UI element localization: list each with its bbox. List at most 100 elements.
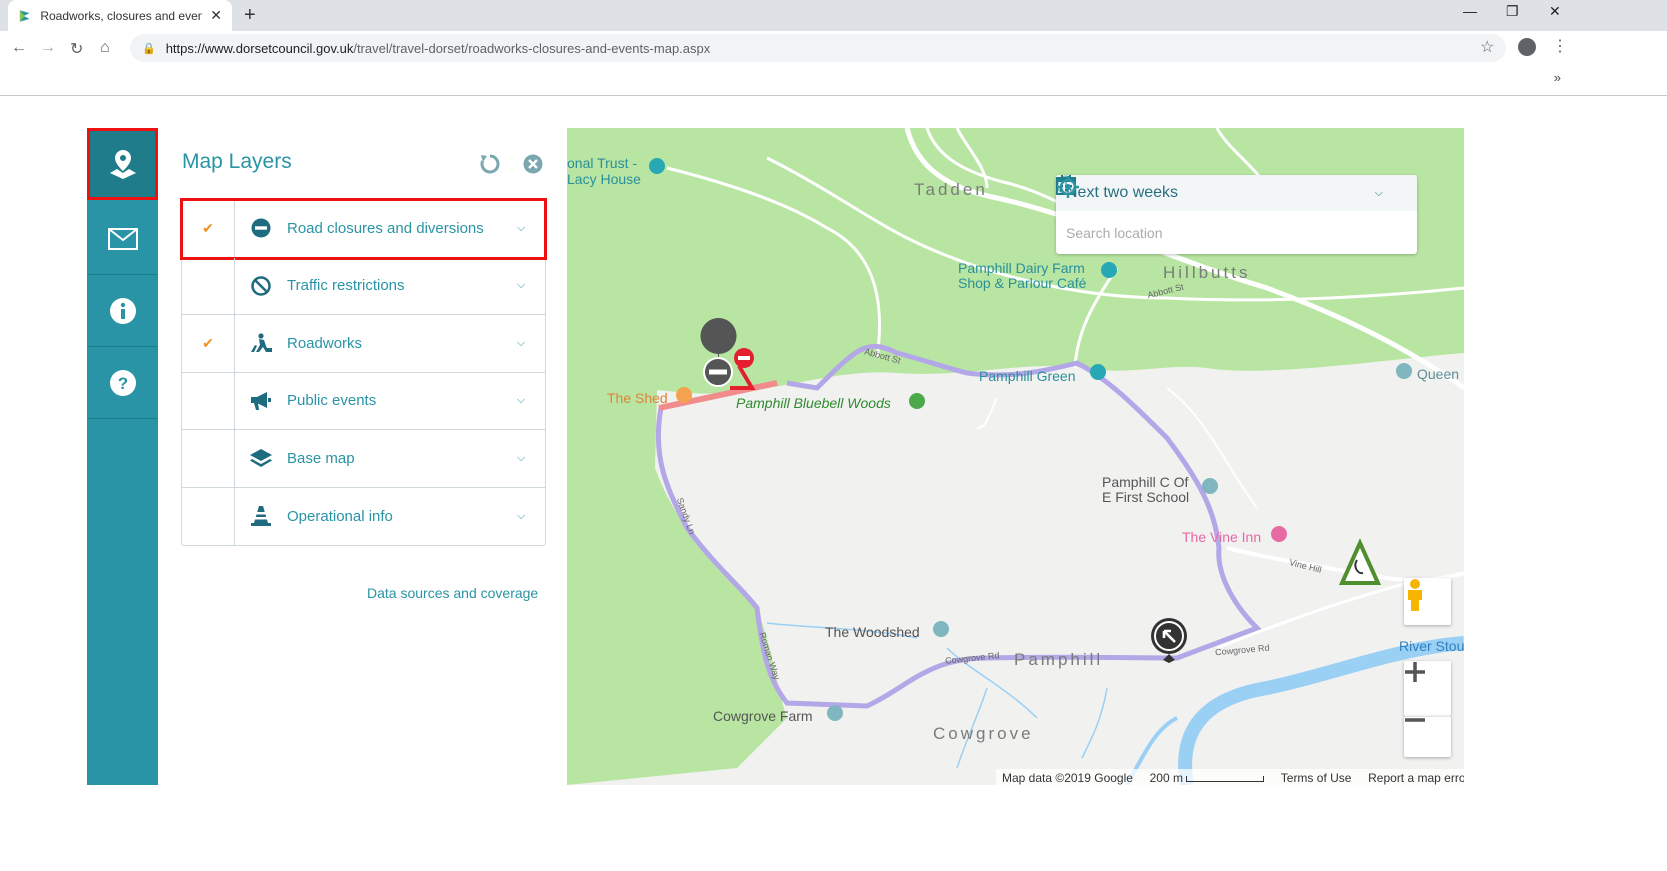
search-location-input[interactable]: Search location [1066, 225, 1407, 241]
place-label: Hillbutts [1163, 263, 1251, 282]
layer-label: Roadworks [287, 334, 363, 352]
place-label: Pamphill C Of [1102, 474, 1189, 490]
layer-public-events[interactable]: Public events ⌵ [182, 372, 545, 430]
rail-help-button[interactable]: ? [87, 347, 158, 419]
terms-link[interactable]: Terms of Use [1281, 771, 1352, 785]
reset-icon[interactable] [478, 152, 502, 176]
bookmark-star-icon[interactable]: ☆ [1480, 37, 1494, 57]
layer-roadworks[interactable]: ✔ Roadworks ⌵ [182, 315, 545, 373]
place-label: Shop & Parlour Café [958, 275, 1087, 291]
layer-checkbox[interactable]: ✔ [182, 315, 235, 372]
layer-road-closures[interactable]: ✔ Road closures and diversions ⌵ [180, 198, 547, 260]
zoom-in-button[interactable] [1404, 661, 1451, 716]
reload-icon[interactable]: ↻ [70, 39, 83, 59]
rail-map-layers-button[interactable] [87, 128, 158, 200]
locate-me-icon[interactable] [1056, 175, 1080, 199]
layer-label: Operational info [287, 507, 393, 525]
map-canvas[interactable]: onal Trust - Lacy House Tadden Pamphill … [567, 128, 1464, 785]
layer-checkbox[interactable] [182, 372, 235, 429]
map-pin-icon [109, 150, 136, 179]
date-range-select[interactable]: Next two weeks [1066, 184, 1375, 202]
place-label: Queen [1417, 366, 1460, 382]
url-host: https://www.dorsetcouncil.gov.uk [165, 40, 354, 56]
chevron-down-icon[interactable]: ⌵ [497, 222, 545, 235]
chevron-down-icon[interactable]: ⌵ [497, 337, 545, 350]
layer-checkbox[interactable] [182, 487, 235, 545]
new-tab-button[interactable]: + [244, 4, 256, 27]
layer-checkbox[interactable]: ✔ [182, 200, 235, 257]
place-label: Cowgrove [933, 724, 1034, 743]
layers-list: ✔ Road closures and diversions ⌵ Traffic… [180, 198, 547, 546]
filter-panel: Next two weeks ⌵ Search location [1056, 175, 1417, 254]
window-close-icon[interactable]: ✕ [1549, 3, 1561, 20]
chevron-down-icon[interactable]: ⌵ [497, 279, 545, 292]
home-icon[interactable]: ⌂ [100, 39, 110, 57]
zoom-out-button[interactable] [1404, 716, 1451, 757]
layer-label: Base map [287, 449, 355, 467]
place-label: Tadden [914, 180, 988, 199]
tab-close-icon[interactable]: ✕ [210, 7, 222, 24]
chevron-down-icon[interactable]: ⌵ [497, 394, 545, 407]
place-label: River Stou [1399, 638, 1464, 654]
minimize-icon[interactable]: — [1463, 3, 1477, 19]
place-label: onal Trust - [567, 155, 638, 171]
minus-icon [1405, 718, 1425, 722]
roadworks-icon [251, 333, 272, 353]
no-entry-icon [251, 218, 271, 238]
place-label: Pamphill Green [979, 368, 1076, 384]
street-view-pegman[interactable] [1404, 578, 1451, 625]
back-icon[interactable]: ← [11, 39, 27, 57]
restore-icon[interactable]: ❐ [1506, 3, 1519, 20]
help-icon: ? [109, 369, 136, 396]
forward-icon[interactable]: → [40, 39, 56, 57]
tab-title: Roadworks, closures and events [40, 8, 203, 23]
layer-label: Road closures and diversions [287, 219, 484, 237]
restriction-icon [251, 276, 271, 296]
layer-label: Public events [287, 392, 377, 410]
rail-info-button[interactable] [87, 275, 158, 347]
map-scale-bar [1186, 775, 1265, 782]
menu-kebab-icon[interactable]: ⋮ [1552, 36, 1568, 56]
chevron-down-icon[interactable]: ⌵ [1375, 187, 1383, 200]
browser-toolbar: ← → ↻ ⌂ 🔒 https://www.dorsetcouncil.gov.… [0, 31, 1667, 65]
email-icon [107, 227, 138, 250]
lock-icon: 🔒 [142, 42, 156, 55]
side-rail: ? [87, 128, 158, 785]
bookmarks-more-icon[interactable]: » [1554, 70, 1561, 85]
warning-triangle [1338, 538, 1382, 585]
place-label: The Shed [607, 390, 668, 406]
place-label: The Woodshed [825, 624, 920, 640]
close-panel-icon[interactable] [523, 154, 543, 174]
layer-checkbox[interactable] [182, 430, 235, 487]
layer-checkbox[interactable] [182, 257, 235, 314]
chevron-down-icon[interactable]: ⌵ [497, 510, 545, 523]
place-label: Pamphill Dairy Farm [958, 260, 1085, 276]
place-label: Pamphill Bluebell Woods [736, 395, 891, 411]
profile-avatar-icon[interactable] [1518, 38, 1536, 56]
map-attribution: Map data ©2019 Google 200 m Terms of Use… [996, 769, 1464, 785]
layer-base-map[interactable]: Base map ⌵ [182, 430, 545, 488]
place-label: Cowgrove Farm [713, 708, 813, 724]
panel-title: Map Layers [182, 150, 292, 173]
url-path: /travel/travel-dorset/roadworks-closures… [353, 40, 711, 56]
bookmarks-bar: » [0, 65, 1667, 96]
plus-icon [1405, 662, 1425, 682]
place-label: Pamphill [1014, 650, 1104, 669]
map-scale-label: 200 m [1149, 771, 1183, 785]
report-error-link[interactable]: Report a map error [1368, 771, 1464, 785]
data-sources-link[interactable]: Data sources and coverage [367, 585, 538, 601]
chevron-down-icon[interactable]: ⌵ [497, 452, 545, 465]
svg-text:?: ? [117, 374, 127, 393]
map-data-credit: Map data ©2019 Google [1002, 771, 1133, 785]
megaphone-icon [251, 391, 271, 410]
layer-traffic-restrictions[interactable]: Traffic restrictions ⌵ [182, 257, 545, 315]
browser-tab[interactable]: Roadworks, closures and events ✕ [8, 0, 232, 31]
rail-email-button[interactable] [87, 203, 158, 275]
pegman-icon [1408, 579, 1422, 611]
place-label: The Vine Inn [1182, 529, 1262, 545]
browser-tabbar: Roadworks, closures and events ✕ + — ❐ ✕ [0, 0, 1667, 31]
address-bar[interactable]: 🔒 https://www.dorsetcouncil.gov.uk/trave… [130, 34, 1506, 62]
layer-operational-info[interactable]: Operational info ⌵ [182, 487, 545, 545]
layer-label: Traffic restrictions [287, 277, 405, 295]
layers-icon [250, 449, 272, 468]
